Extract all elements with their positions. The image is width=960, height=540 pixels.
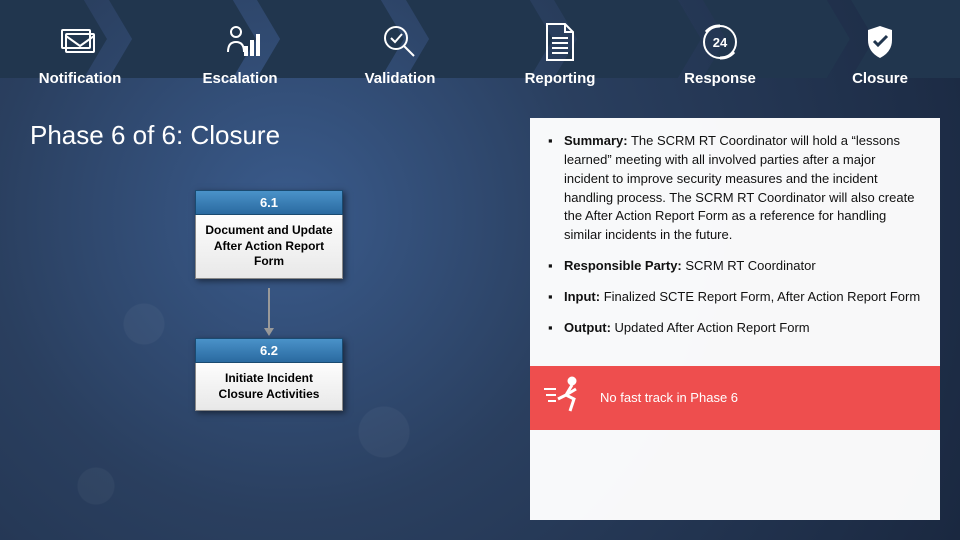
- flow-step-text: Initiate Incident Closure Activities: [195, 363, 343, 411]
- person-bars-icon: [218, 20, 262, 64]
- bullet-text: SCRM RT Coordinator: [682, 258, 816, 273]
- bullet-label: Responsible Party:: [564, 258, 682, 273]
- phase-escalation: Escalation: [160, 20, 320, 100]
- document-icon: [538, 20, 582, 64]
- bullet-text: Finalized SCTE Report Form, After Action…: [600, 289, 920, 304]
- page-title: Phase 6 of 6: Closure: [30, 120, 280, 151]
- phase-notification: Notification: [0, 20, 160, 100]
- phase-label: Notification: [39, 70, 122, 87]
- shield-check-icon: [858, 20, 902, 64]
- phase-label: Validation: [365, 70, 436, 87]
- flow-step-text: Document and Update After Action Report …: [195, 215, 343, 279]
- phase-row: Notification Escalation Validation Repor…: [0, 20, 960, 100]
- bullet-input: Input: Finalized SCTE Report Form, After…: [548, 288, 922, 307]
- bullet-summary: Summary: The SCRM RT Coordinator will ho…: [548, 132, 922, 245]
- bullet-text: The SCRM RT Coordinator will hold a “les…: [564, 133, 914, 242]
- bullet-label: Input:: [564, 289, 600, 304]
- flow-arrow-icon: [268, 288, 270, 334]
- bullet-label: Output:: [564, 320, 611, 335]
- phase-label: Response: [684, 70, 756, 87]
- flow-step-number: 6.2: [195, 338, 343, 363]
- flow-step-2: 6.2 Initiate Incident Closure Activities: [195, 338, 343, 411]
- clock-24-icon: 24: [698, 20, 742, 64]
- fast-track-text: No fast track in Phase 6: [600, 390, 738, 405]
- magnifier-check-icon: [378, 20, 422, 64]
- phase-label: Reporting: [525, 70, 596, 87]
- bullet-text: Updated After Action Report Form: [611, 320, 810, 335]
- bullet-responsible: Responsible Party: SCRM RT Coordinator: [548, 257, 922, 276]
- running-icon: [542, 375, 588, 420]
- flow-step-1: 6.1 Document and Update After Action Rep…: [195, 190, 343, 279]
- phase-reporting: Reporting: [480, 20, 640, 100]
- bullet-list: Summary: The SCRM RT Coordinator will ho…: [548, 132, 922, 350]
- bullet-label: Summary:: [564, 133, 628, 148]
- envelope-icon: [58, 20, 102, 64]
- phase-response: 24 Response: [640, 20, 800, 100]
- phase-validation: Validation: [320, 20, 480, 100]
- phase-label: Escalation: [202, 70, 277, 87]
- phase-label: Closure: [852, 70, 908, 87]
- content-panel: Summary: The SCRM RT Coordinator will ho…: [530, 118, 940, 520]
- svg-text:24: 24: [713, 35, 728, 50]
- flow-step-number: 6.1: [195, 190, 343, 215]
- phase-closure: Closure: [800, 20, 960, 100]
- bullet-output: Output: Updated After Action Report Form: [548, 319, 922, 338]
- fast-track-banner: No fast track in Phase 6: [530, 366, 940, 430]
